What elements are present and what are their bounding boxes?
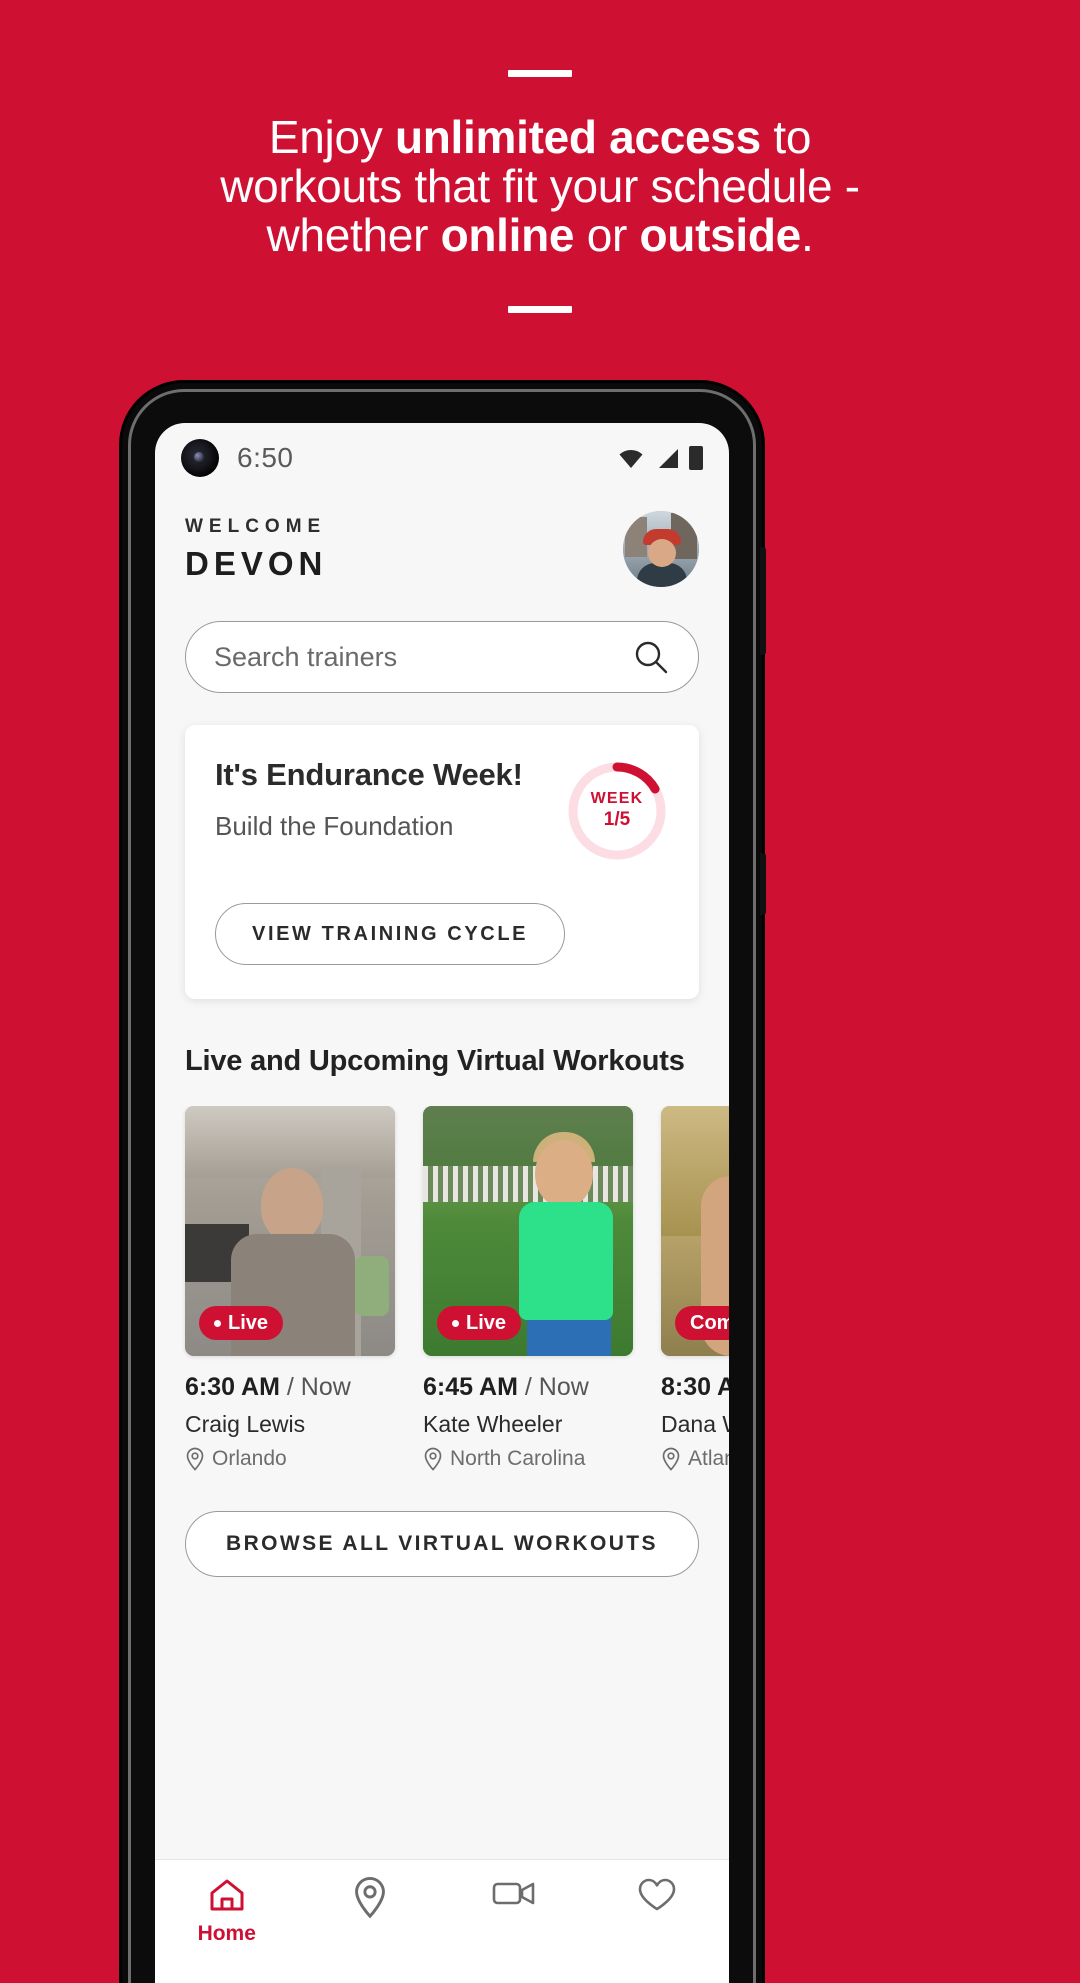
promo-line3-bold1: online [440,209,575,262]
workout-thumbnail[interactable]: Live [423,1106,633,1356]
workout-location: Atlan [661,1447,729,1471]
promo-line3-bold2: outside [639,209,801,262]
promo-headline: Enjoy unlimited access to workouts that … [0,111,1080,262]
status-bar: 6:50 [155,423,729,493]
nav-label-home: Home [197,1922,256,1945]
user-name: DEVON [185,544,328,582]
workout-time: 6:30 AM [185,1373,280,1401]
nav-item-favorites[interactable] [586,1876,730,1914]
training-card-subtitle: Build the Foundation [215,811,454,841]
promo-line2: workouts that fit your schedule - [220,160,860,213]
nav-item-home[interactable]: Home [155,1876,299,1946]
video-camera-icon[interactable] [491,1876,537,1910]
ring-week-label: WEEK [590,790,644,808]
workout-time-row: 6:30 AM / Now [185,1373,395,1402]
promo-line1-c: to [760,111,812,163]
divider-top [508,70,572,77]
live-dot-icon [214,1319,221,1327]
week-progress-ring: WEEK 1/5 [565,759,669,863]
power-button[interactable] [760,853,766,915]
badge-label: Coming [690,1311,729,1334]
front-camera-punchhole [181,439,219,477]
upcoming-badge: Coming [675,1306,729,1340]
nav-item-locations[interactable] [299,1876,443,1920]
location-label: North Carolina [450,1447,586,1470]
browse-all-workouts-button[interactable]: BROWSE ALL VIRTUAL WORKOUTS [185,1511,699,1577]
phone-mockup: 6:50 WELCOME DEVON Search trainers It's … [122,383,766,1983]
location-pin-icon [424,1447,442,1471]
home-icon[interactable] [207,1876,247,1914]
promo-line3-a: whether [266,209,441,262]
badge-label: Live [466,1311,507,1334]
welcome-kicker: WELCOME [185,515,327,537]
cellular-signal-icon [659,449,678,468]
workout-thumbnail[interactable]: Live [185,1106,395,1356]
search-placeholder: Search trainers [214,641,398,672]
wifi-icon [619,450,643,468]
workout-card[interactable]: Coming 8:30 A Dana W Atlan [661,1106,729,1471]
phone-screen: 6:50 WELCOME DEVON Search trainers It's … [155,423,729,1983]
promo-line1-bold: unlimited access [394,111,761,163]
divider-bottom [508,305,572,313]
workout-carousel[interactable]: Live 6:30 AM / Now Craig Lewis Orlando L… [155,1106,729,1471]
bottom-nav: Home [155,1859,729,1983]
location-label: Orlando [212,1447,287,1470]
workout-location: Orlando [185,1447,395,1471]
workout-time: 8:30 A [661,1373,729,1401]
workout-thumbnail[interactable]: Coming [661,1106,729,1356]
badge-label: Live [228,1311,269,1334]
ring-week-value: 1/5 [603,809,631,831]
search-icon[interactable] [632,638,670,676]
workouts-section-title: Live and Upcoming Virtual Workouts [185,1045,685,1077]
trainer-name: Craig Lewis [185,1411,306,1437]
live-badge: Live [199,1306,284,1340]
workout-location: North Carolina [423,1447,633,1471]
location-pin-icon[interactable] [350,1876,390,1920]
training-cycle-card[interactable]: It's Endurance Week! Build the Foundatio… [185,725,699,999]
search-input[interactable]: Search trainers [185,621,699,693]
volume-button[interactable] [760,547,766,655]
view-training-cycle-button[interactable]: VIEW TRAINING CYCLE [215,903,566,965]
location-pin-icon [662,1447,680,1471]
status-clock: 6:50 [237,442,294,473]
workout-card[interactable]: Live 6:30 AM / Now Craig Lewis Orlando [185,1106,395,1471]
location-label: Atlan [688,1447,729,1470]
promo-line3-c: or [574,209,640,262]
promo-banner: Enjoy unlimited access to workouts that … [0,0,1080,380]
profile-avatar[interactable] [623,511,699,587]
promo-line3-e: . [800,209,814,262]
heart-icon[interactable] [636,1876,678,1914]
workout-time: 6:45 AM [423,1373,518,1401]
trainer-name: Kate Wheeler [423,1411,563,1437]
workout-when: / Now [524,1373,589,1401]
workout-when: / Now [286,1373,351,1401]
live-dot-icon [452,1319,459,1327]
status-icon-group [617,446,703,470]
workout-time-row: 6:45 AM / Now [423,1373,633,1402]
workout-time-row: 8:30 A [661,1373,729,1402]
trainer-name: Dana W [661,1411,729,1437]
promo-line1-a: Enjoy [268,111,395,163]
workout-card[interactable]: Live 6:45 AM / Now Kate Wheeler North Ca… [423,1106,633,1471]
welcome-header: WELCOME DEVON [155,493,729,587]
location-pin-icon [186,1447,204,1471]
training-card-title: It's Endurance Week! [215,757,523,792]
live-badge: Live [437,1306,522,1340]
battery-icon [689,446,703,470]
nav-item-videos[interactable] [442,1876,586,1910]
